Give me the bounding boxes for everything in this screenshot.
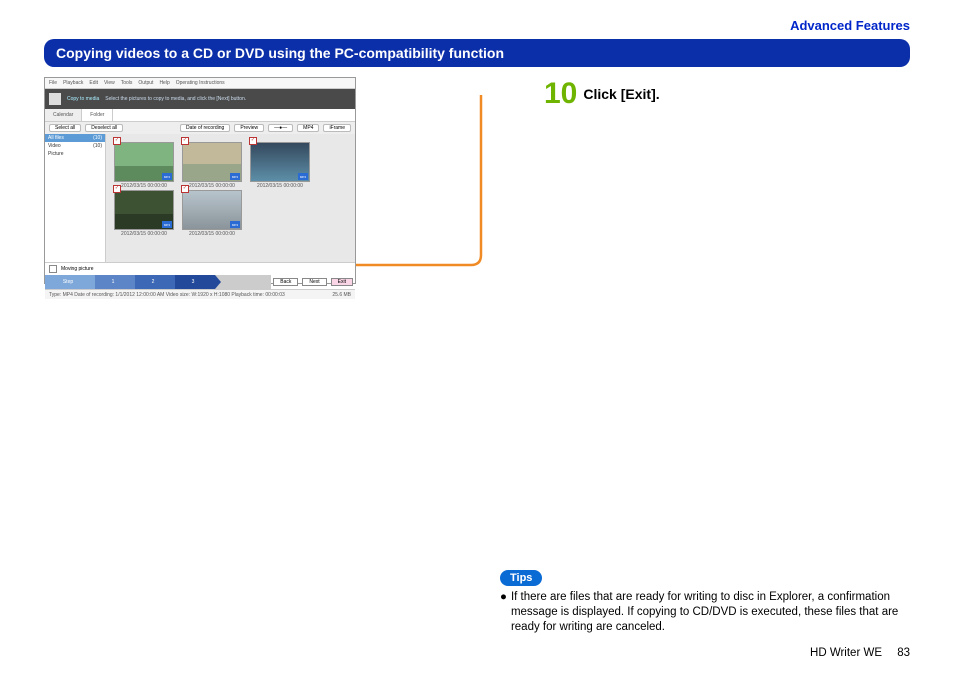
check-icon[interactable]: ✓	[113, 185, 121, 193]
thumbnail[interactable]: ✓MP42012/03/15 00:00:00	[114, 190, 174, 230]
product-name: HD Writer WE	[810, 647, 882, 659]
format-badge: MP4	[162, 173, 172, 180]
menu-item[interactable]: View	[104, 80, 115, 86]
sidebar-all[interactable]: All files(10)	[45, 134, 105, 142]
page-footer: HD Writer WE 83	[810, 647, 910, 659]
status-left: Type: MP4 Date of recording: 1/1/2012 12…	[49, 292, 285, 298]
disc-icon	[49, 93, 61, 105]
sidebar-picture[interactable]: Picture	[45, 150, 105, 158]
task-title: Copy to media	[67, 96, 99, 102]
tips-badge: Tips	[500, 570, 542, 586]
menu-item[interactable]: Edit	[89, 80, 98, 86]
thumbnail[interactable]: ✓MP42012/03/15 00:00:00	[114, 142, 174, 182]
menu-item[interactable]: Operating Instructions	[176, 80, 225, 86]
check-icon[interactable]: ✓	[181, 185, 189, 193]
sort-date-button[interactable]: Date of recording	[180, 124, 230, 132]
view-tabs: Calendar Folder	[45, 109, 355, 122]
app-screenshot: File Playback Edit View Tools Output Hel…	[44, 77, 356, 284]
menu-item[interactable]: Tools	[121, 80, 133, 86]
select-all-button[interactable]: Select all	[49, 124, 81, 132]
filter-row: Moving picture	[45, 262, 355, 275]
step-indicator: 1	[95, 275, 135, 289]
step-indicator: 3	[175, 275, 215, 289]
preview-button[interactable]: Preview	[234, 124, 264, 132]
menu-item[interactable]: Output	[138, 80, 153, 86]
thumbnail[interactable]: ✓MP42012/03/15 00:00:00	[182, 190, 242, 230]
deselect-all-button[interactable]: Deselect all	[85, 124, 123, 132]
page-title: Copying videos to a CD or DVD using the …	[44, 39, 910, 67]
moving-picture-label: Moving picture	[61, 266, 94, 272]
status-bar: Type: MP4 Date of recording: 1/1/2012 12…	[45, 289, 355, 299]
step-number: 10	[544, 77, 577, 111]
thumbnail[interactable]: ✓MP42012/03/15 00:00:00	[182, 142, 242, 182]
bullet-icon: ●	[500, 590, 507, 635]
check-icon[interactable]: ✓	[249, 137, 257, 145]
format-badge: MP4	[230, 173, 240, 180]
step-instruction: Click [Exit].	[583, 86, 659, 102]
thumbnail-grid: ✓MP42012/03/15 00:00:00 ✓MP42012/03/15 0…	[106, 134, 355, 262]
menu-item[interactable]: Help	[159, 80, 169, 86]
sidebar: All files(10) Video(10) Picture	[45, 134, 106, 262]
format-badge: MP4	[162, 221, 172, 228]
check-icon[interactable]: ✓	[181, 137, 189, 145]
task-banner: Copy to media Select the pictures to cop…	[45, 89, 355, 109]
check-icon[interactable]: ✓	[113, 137, 121, 145]
wizard-footer: Step 1 2 3 Back Next Exit	[45, 275, 355, 289]
step-indicator: Step	[45, 275, 95, 289]
tip-item: ● If there are files that are ready for …	[500, 590, 910, 635]
exit-button[interactable]: Exit	[331, 278, 353, 286]
tip-text: If there are files that are ready for wr…	[511, 590, 910, 635]
sidebar-video[interactable]: Video(10)	[45, 142, 105, 150]
toolbar: Select all Deselect all Date of recordin…	[45, 122, 355, 134]
menu-item[interactable]: Playback	[63, 80, 83, 86]
checkbox[interactable]	[49, 265, 57, 273]
task-hint: Select the pictures to copy to media, an…	[105, 96, 246, 102]
page-number: 83	[897, 647, 910, 659]
format-badge: MP4	[298, 173, 308, 180]
status-right: 25.6 MB	[332, 292, 351, 298]
tab-folder[interactable]: Folder	[82, 109, 113, 121]
tab-calendar[interactable]: Calendar	[45, 109, 82, 121]
back-button[interactable]: Back	[273, 278, 298, 286]
format-badge: MP4	[230, 221, 240, 228]
filter-iframe[interactable]: iFrame	[323, 124, 351, 132]
thumbnail[interactable]: ✓MP42012/03/15 00:00:00	[250, 142, 310, 182]
menu-item[interactable]: File	[49, 80, 57, 86]
filter-mp4[interactable]: MP4	[297, 124, 319, 132]
step-indicator: 2	[135, 275, 175, 289]
menu-bar: File Playback Edit View Tools Output Hel…	[45, 78, 355, 89]
next-button[interactable]: Next	[302, 278, 326, 286]
section-label: Advanced Features	[44, 18, 910, 33]
zoom-slider[interactable]: —●—	[268, 124, 293, 132]
